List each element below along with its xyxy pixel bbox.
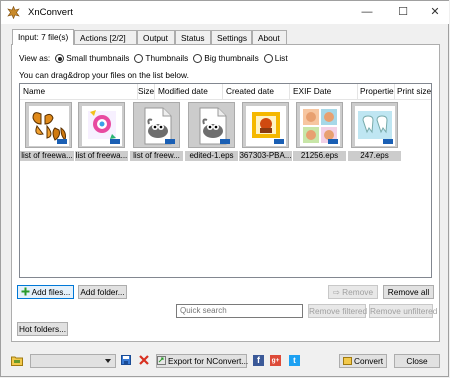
file-name-4[interactable]: edited-1.eps: [185, 151, 238, 161]
chevron-down-icon: [105, 359, 111, 363]
convert-button[interactable]: Convert: [339, 354, 387, 368]
file-name-3[interactable]: list of freew...: [130, 151, 183, 161]
gimp-icon: [144, 107, 175, 145]
teeth-icon: [355, 106, 395, 146]
file-thumbnail-2[interactable]: [78, 102, 125, 148]
tab-status[interactable]: Status: [175, 30, 211, 44]
settings-preset-select[interactable]: [30, 354, 116, 368]
small-thumbnails-radio[interactable]: [55, 54, 65, 63]
butterfly-icon: [29, 106, 69, 146]
column-properties[interactable]: Propertie: [358, 84, 395, 99]
remove-label: Remove: [342, 287, 374, 297]
maximize-button[interactable]: ☐: [387, 1, 419, 24]
column-size[interactable]: Size: [138, 84, 155, 99]
file-thumbnail-4[interactable]: [188, 102, 235, 148]
file-thumbnail-5[interactable]: [242, 102, 289, 148]
open-folder-icon[interactable]: [11, 355, 23, 366]
column-name[interactable]: Name: [20, 84, 138, 99]
column-print-size[interactable]: Print size: [395, 84, 431, 99]
minimize-button[interactable]: —: [351, 1, 383, 24]
window-title: XnConvert: [28, 7, 73, 18]
column-exif-date[interactable]: EXIF Date: [290, 84, 358, 99]
file-name-5[interactable]: 367303-PBA...: [239, 151, 292, 161]
close-window-button[interactable]: ✕: [419, 1, 450, 24]
quick-search-input[interactable]: Quick search: [176, 304, 303, 318]
add-files-label: Add files...: [31, 287, 71, 297]
title-bar: XnConvert — ☐ ✕: [1, 1, 449, 24]
tab-about[interactable]: About: [252, 30, 287, 44]
file-name-6[interactable]: 21256.eps: [293, 151, 346, 161]
thumbnails-label[interactable]: Thumbnails: [145, 53, 188, 63]
xnconvert-logo-icon: [7, 6, 20, 19]
xnconvert-window: XnConvert — ☐ ✕ Input: 7 file(s) Actions…: [0, 0, 449, 377]
tab-output[interactable]: Output: [137, 30, 175, 44]
list-header: Name Size Modified date Created date EXI…: [20, 84, 431, 100]
column-created-date[interactable]: Created date: [223, 84, 290, 99]
delete-icon[interactable]: [139, 355, 149, 365]
convert-label: Convert: [353, 356, 384, 366]
export-nconvert-button[interactable]: Export for NConvert...: [156, 354, 249, 368]
view-as-group: View as: Small thumbnails Thumbnails Big th…: [19, 53, 288, 63]
column-modified-date[interactable]: Modified date: [155, 84, 223, 99]
drag-drop-hint: You can drag&drop your files on the list…: [19, 70, 189, 80]
twitter-icon[interactable]: t: [289, 355, 300, 366]
remove-all-button[interactable]: Remove all: [383, 285, 434, 299]
facebook-icon[interactable]: f: [253, 355, 264, 366]
add-files-button[interactable]: Add files...: [17, 285, 74, 299]
photo-icon: [82, 106, 122, 146]
hot-folders-button[interactable]: Hot folders...: [17, 322, 68, 336]
input-panel: View as: Small thumbnails Thumbnails Big th…: [11, 44, 440, 342]
remove-button[interactable]: ⇨ Remove: [328, 285, 378, 299]
file-name-2[interactable]: list of freewa...: [75, 151, 128, 161]
list-radio[interactable]: [263, 54, 273, 63]
view-as-label: View as:: [19, 53, 51, 63]
remove-unfiltered-button[interactable]: Remove unfiltered: [369, 304, 437, 318]
close-button[interactable]: Close: [394, 354, 440, 368]
file-name-1[interactable]: list of freewa...: [20, 151, 74, 161]
tab-settings[interactable]: Settings: [211, 30, 252, 44]
gift-icon: [246, 106, 286, 146]
tab-input[interactable]: Input: 7 file(s): [12, 29, 74, 45]
file-thumbnail-6[interactable]: [296, 102, 343, 148]
gimp-icon: [199, 107, 230, 145]
export-label: Export for NConvert...: [168, 356, 249, 366]
convert-icon: [342, 357, 352, 365]
thumbnails-radio[interactable]: [134, 54, 144, 63]
faces-icon: [300, 106, 340, 146]
add-folder-button[interactable]: Add folder...: [78, 285, 127, 299]
file-name-7[interactable]: 247.eps: [348, 151, 401, 161]
file-thumbnail-3[interactable]: [133, 102, 180, 148]
export-icon: [157, 356, 166, 365]
file-list[interactable]: Name Size Modified date Created date EXI…: [19, 83, 432, 278]
file-thumbnail-1[interactable]: [25, 102, 72, 148]
big-thumbnails-label[interactable]: Big thumbnails: [204, 53, 258, 63]
remove-arrow-icon: ⇨: [332, 287, 343, 297]
plus-icon: [21, 287, 30, 296]
small-thumbnails-label[interactable]: Small thumbnails: [66, 53, 129, 63]
list-label[interactable]: List: [275, 53, 288, 63]
save-icon[interactable]: [121, 355, 131, 365]
big-thumbnails-radio[interactable]: [193, 54, 203, 63]
google-plus-icon[interactable]: g+: [270, 355, 281, 366]
file-thumbnail-7[interactable]: [351, 102, 398, 148]
tab-actions[interactable]: Actions [2/2]: [74, 30, 137, 44]
bottom-toolbar: Export for NConvert... f g+ t Convert Cl…: [1, 347, 449, 375]
remove-filtered-button[interactable]: Remove filtered: [308, 304, 367, 318]
